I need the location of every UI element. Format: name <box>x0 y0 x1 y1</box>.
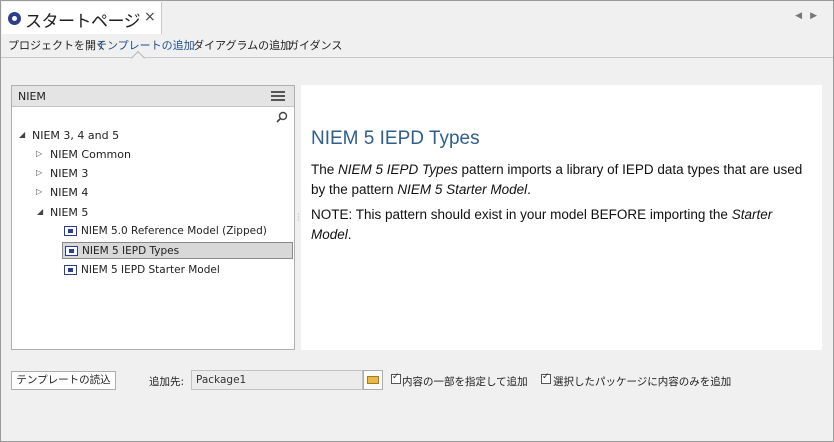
tree-node-niem-common[interactable]: ▷ NIEM Common <box>36 148 131 161</box>
package-icon <box>64 265 77 275</box>
description-panel: NIEM 5 IEPD Types The NIEM 5 IEPD Types … <box>301 85 822 350</box>
expand-arrow-icon[interactable]: ▷ <box>36 168 42 177</box>
tree-node-label: NIEM Common <box>50 148 131 161</box>
description-paragraph: The NIEM 5 IEPD Types pattern imports a … <box>311 162 803 197</box>
tree-node-label: NIEM 5 <box>50 206 89 219</box>
tab-scroll-arrows[interactable]: ◀▶ <box>795 11 825 21</box>
add-to-label: 追加先: <box>149 376 185 388</box>
template-tree: ◢ NIEM 3, 4 and 5 ▷ NIEM Common ▷ NIEM 3… <box>12 86 294 349</box>
start-page-window: スタートページ × ◀▶ プロジェクトを開く テンプレートの追加 ダイアグラムの… <box>0 0 834 442</box>
tree-node-niem-3[interactable]: ▷ NIEM 3 <box>36 167 89 180</box>
close-icon[interactable]: × <box>144 9 156 25</box>
contents-only-checkbox[interactable] <box>541 372 551 384</box>
tab-add-template[interactable]: テンプレートの追加 <box>96 37 195 53</box>
tree-leaf-starter-model[interactable]: NIEM 5 IEPD Starter Model <box>62 262 292 279</box>
target-package-field[interactable]: Package1 <box>191 370 363 390</box>
load-template-button[interactable]: テンプレートの読込 <box>11 371 116 390</box>
contents-only-label: 選択したパッケージに内容のみを追加 <box>553 376 732 388</box>
description-note: NOTE: This pattern should exist in your … <box>311 207 773 242</box>
tab-title: スタートページ <box>25 12 141 32</box>
tree-node-niem-5[interactable]: ◢ NIEM 5 <box>37 206 89 219</box>
tab-divider <box>1 57 833 58</box>
browse-package-button[interactable] <box>363 370 383 390</box>
collapse-arrow-icon[interactable]: ◢ <box>19 130 25 139</box>
tree-leaf-label: NIEM 5 IEPD Starter Model <box>81 264 220 276</box>
tree-node-niem-4[interactable]: ▷ NIEM 4 <box>36 186 89 199</box>
package-icon <box>65 246 78 256</box>
description-body: The NIEM 5 IEPD Types pattern imports a … <box>311 160 811 250</box>
partial-add-label: 内容の一部を指定して追加 <box>402 376 528 388</box>
tree-leaf-label: NIEM 5.0 Reference Model (Zipped) <box>81 225 267 237</box>
template-browser: NIEM ◢ NIEM 3, 4 and 5 ▷ NIEM Common ▷ N… <box>11 85 295 350</box>
collapse-arrow-icon[interactable]: ◢ <box>37 207 43 216</box>
tree-node-label: NIEM 4 <box>50 186 89 199</box>
tree-leaf-reference-model[interactable]: NIEM 5.0 Reference Model (Zipped) <box>62 223 292 240</box>
description-title: NIEM 5 IEPD Types <box>311 128 480 149</box>
folder-icon <box>367 376 379 384</box>
logo-icon <box>8 12 21 25</box>
tree-leaf-iepd-types[interactable]: NIEM 5 IEPD Types <box>62 242 293 259</box>
tree-node-label: NIEM 3 <box>50 167 89 180</box>
tree-node-label: NIEM 3, 4 and 5 <box>32 129 120 142</box>
expand-arrow-icon[interactable]: ▷ <box>36 149 42 158</box>
tree-node-niem-root[interactable]: ◢ NIEM 3, 4 and 5 <box>19 129 120 142</box>
tab-start-page[interactable]: スタートページ × <box>2 2 162 34</box>
tab-guidance[interactable]: ガイダンス <box>288 37 342 53</box>
panel-splitter[interactable]: · · · <box>297 211 300 225</box>
active-tab-indicator <box>130 50 146 66</box>
package-icon <box>64 226 77 236</box>
tab-add-diagram[interactable]: ダイアグラムの追加 <box>193 37 291 53</box>
tab-open-project[interactable]: プロジェクトを開く <box>8 37 107 53</box>
tree-leaf-label: NIEM 5 IEPD Types <box>82 245 180 257</box>
expand-arrow-icon[interactable]: ▷ <box>36 187 42 196</box>
partial-add-checkbox[interactable] <box>391 372 401 384</box>
